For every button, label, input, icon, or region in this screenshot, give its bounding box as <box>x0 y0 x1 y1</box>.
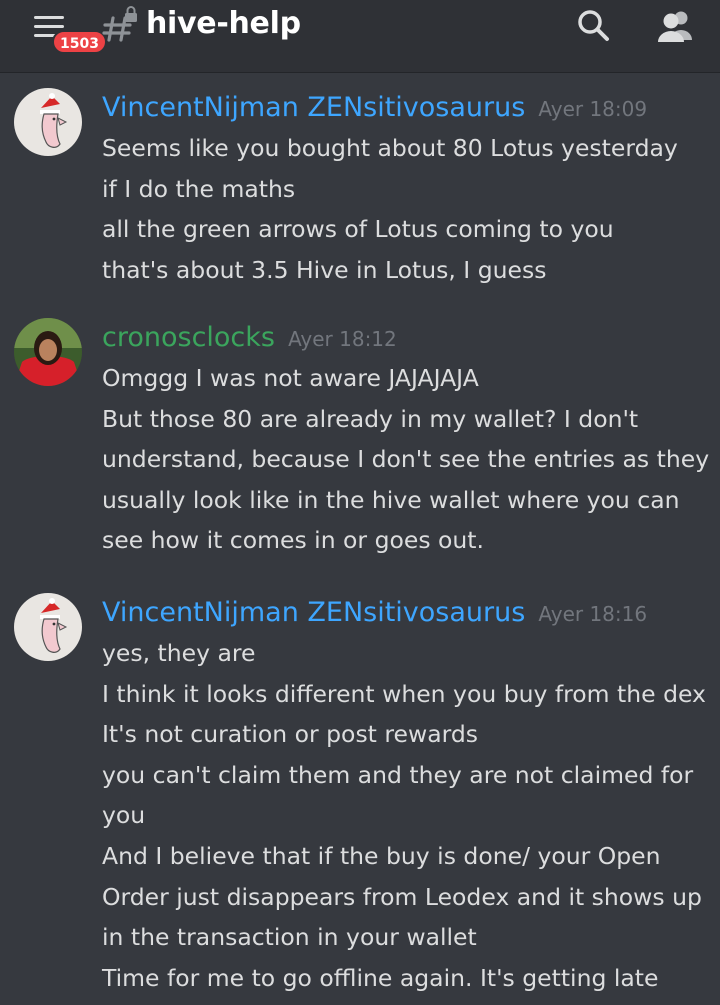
message-timestamp: Ayer 18:12 <box>288 327 397 351</box>
message-line: that's about 3.5 Hive in Lotus, I guess <box>102 255 547 284</box>
message-line: in the transaction in your wallet <box>102 923 477 952</box>
message-line: if I do the maths <box>102 174 296 203</box>
message-author[interactable]: VincentNijman ZENsitivosaurus <box>102 597 525 628</box>
members-icon[interactable] <box>656 6 696 46</box>
avatar[interactable] <box>14 318 82 386</box>
message-line: And I believe that if the buy is done/ y… <box>102 841 661 870</box>
message-line: I think it looks different when you buy … <box>102 679 706 708</box>
message-author[interactable]: cronosclocks <box>102 322 275 353</box>
message-timestamp: Ayer 18:09 <box>538 97 648 121</box>
message-line: you can't claim them and they are not cl… <box>102 760 694 789</box>
user-photo-avatar-icon <box>14 318 82 386</box>
message-line: usually look like in the hive wallet whe… <box>102 485 680 514</box>
message-line: Seems like you bought about 80 Lotus yes… <box>102 134 678 162</box>
message-line: see how it comes in or goes out. <box>102 526 484 555</box>
message-timestamp: Ayer 18:16 <box>538 602 648 626</box>
message-line: Order just disappears from Leodex and it… <box>102 882 702 911</box>
message-line: It's not curation or post rewards <box>102 720 478 749</box>
message: VincentNijman ZENsitivosaurus Ayer 18:16… <box>0 593 720 998</box>
unread-badge: 1503 <box>52 30 107 54</box>
message: cronosclocks Ayer 18:12 Omggg I was not … <box>0 318 720 561</box>
message-line: all the green arrows of Lotus coming to … <box>102 215 614 244</box>
channel-name: hive-help <box>146 6 301 41</box>
llama-avatar-icon <box>14 593 82 661</box>
message-author[interactable]: VincentNijman ZENsitivosaurus <box>102 92 525 123</box>
message-line: understand, because I don't see the entr… <box>102 445 710 474</box>
message-line: Time for me to go offline again. It's ge… <box>102 963 659 992</box>
message-line: Omggg I was not aware JAJAJAJA <box>102 364 479 392</box>
message-line: you <box>102 801 146 830</box>
locked-hashtag-icon <box>102 6 137 42</box>
message-line: yes, they are <box>102 639 256 667</box>
top-bar: 1503 hive-help <box>0 0 720 72</box>
avatar[interactable] <box>14 593 82 661</box>
llama-avatar-icon <box>14 88 82 156</box>
search-icon[interactable] <box>574 6 614 46</box>
avatar[interactable] <box>14 88 82 156</box>
message: VincentNijman ZENsitivosaurus Ayer 18:09… <box>0 88 720 290</box>
message-line: But those 80 are already in my wallet? I… <box>102 404 639 433</box>
